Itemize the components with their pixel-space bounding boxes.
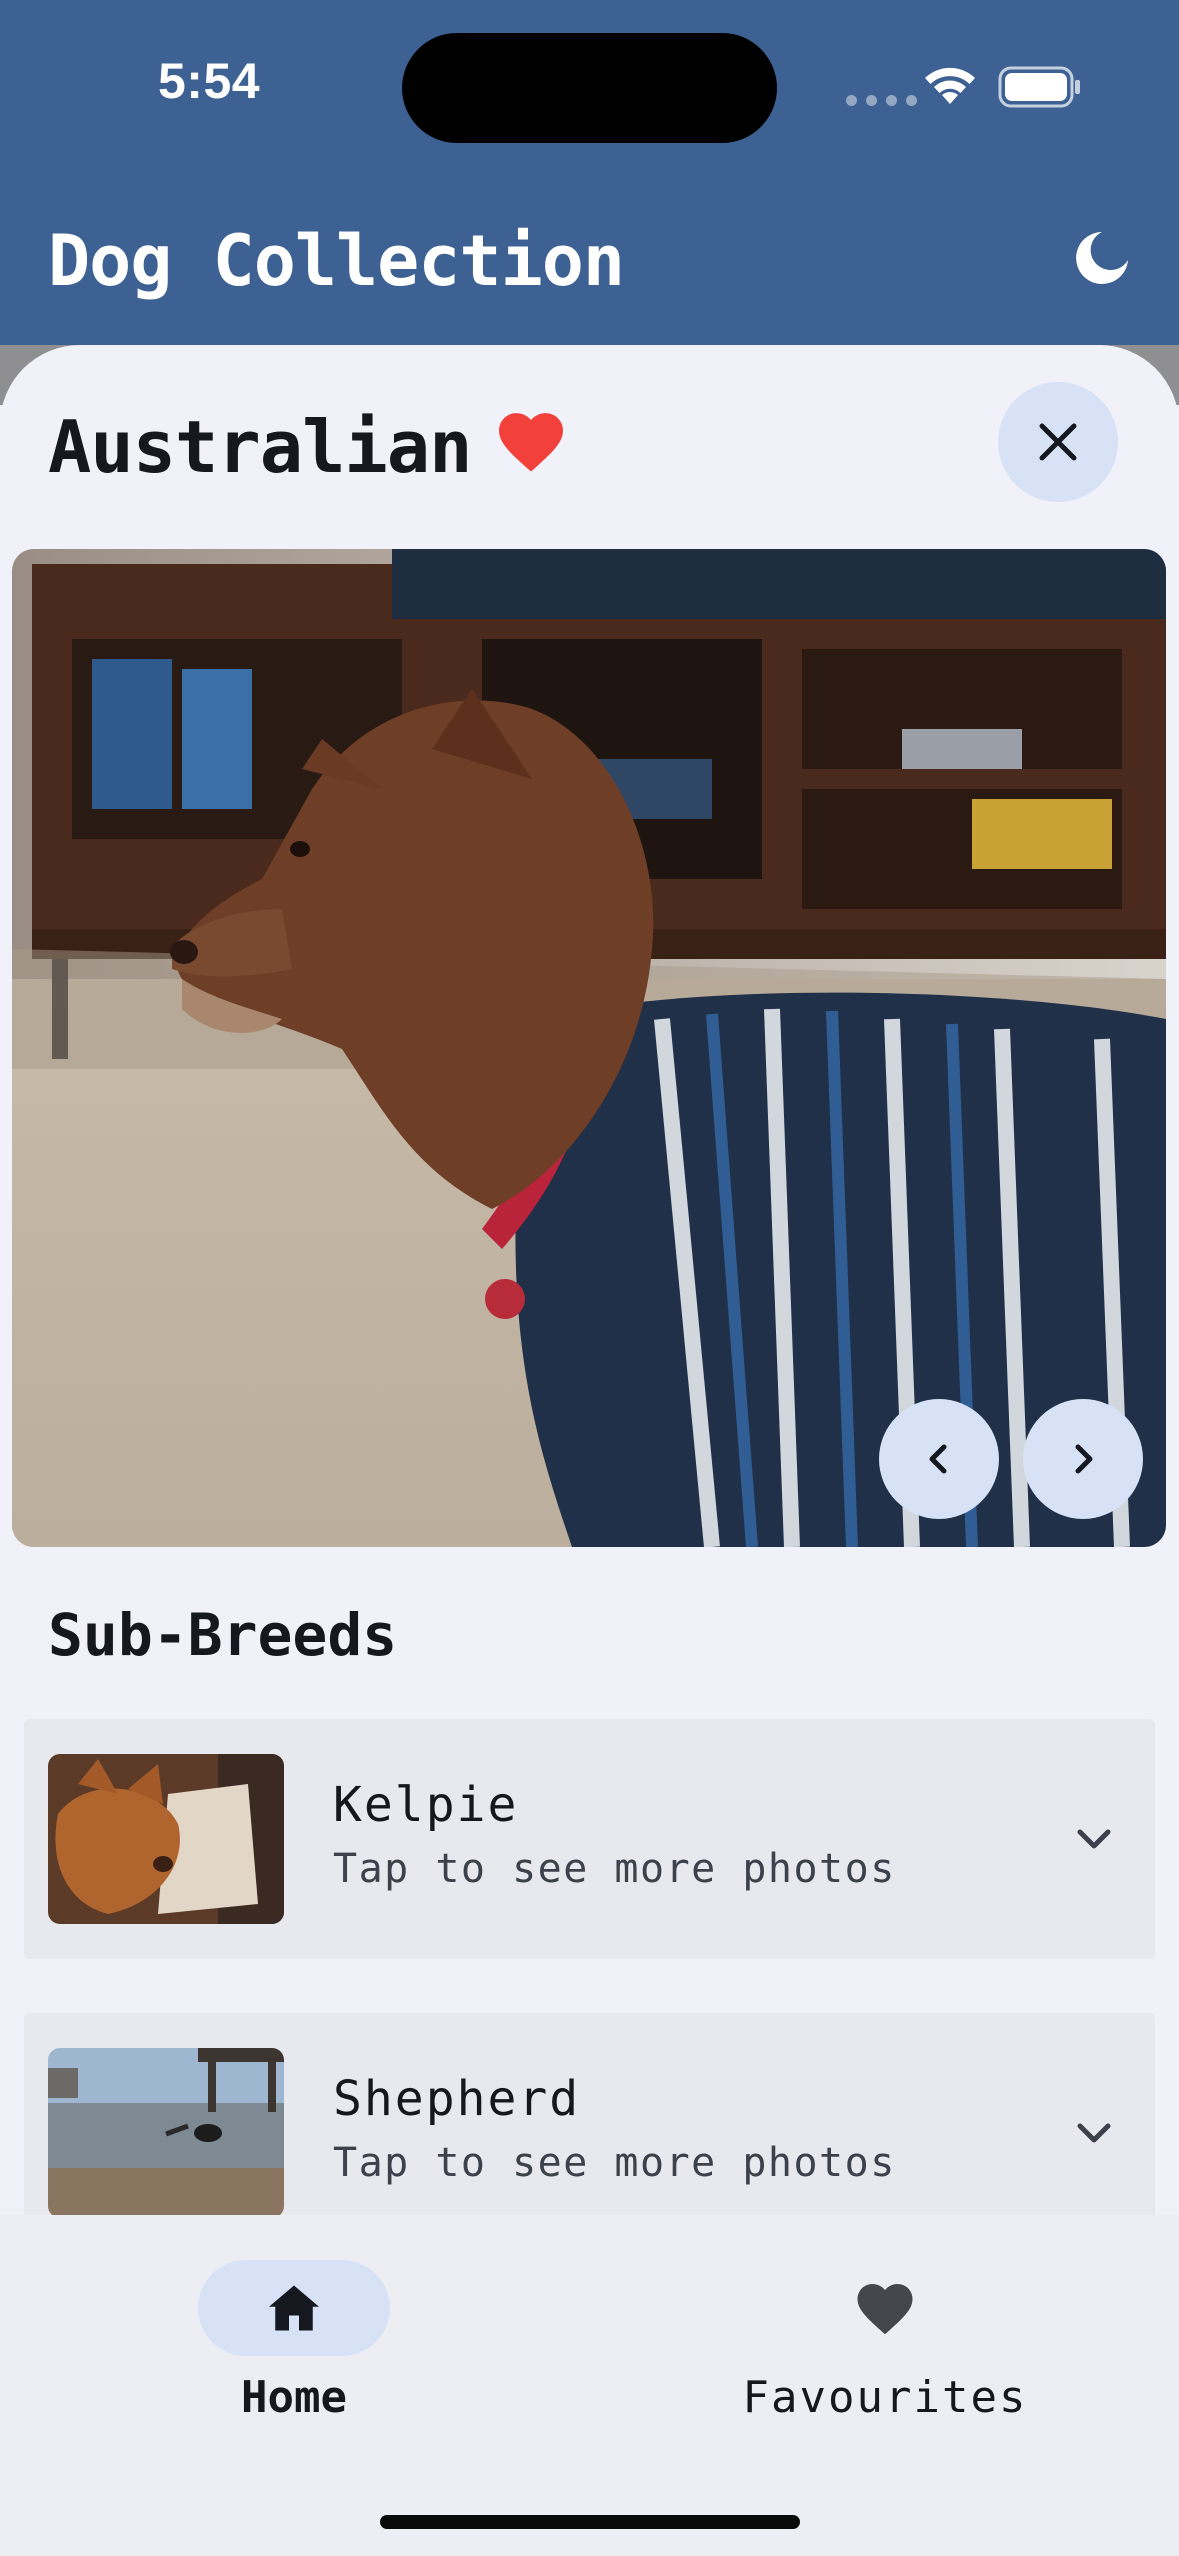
sub-breed-name: Kelpie [333,1777,519,1833]
chevron-down-icon [1077,2123,1111,2143]
close-icon [1039,423,1077,461]
sub-breed-name: Shepherd [333,2071,581,2127]
section-title-sub-breeds: Sub-Breeds [48,1601,398,1669]
sub-breed-item[interactable]: Shepherd Tap to see more photos [24,2013,1155,2215]
dynamic-island [402,33,777,143]
top-app-bar: 5:54 Dog Collection [0,0,1179,345]
sub-breed-thumbnail [48,2048,284,2215]
sub-breed-item[interactable]: Kelpie Tap to see more photos [24,1719,1155,1959]
heart-icon[interactable] [496,409,566,473]
wifi-icon [925,67,975,104]
breed-detail-sheet: Australian Sub-Breeds Kelpie Tap to see … [0,345,1179,2215]
status-time: 5:54 [158,53,261,109]
chevron-left-icon [929,1444,947,1474]
battery-icon [998,66,1080,108]
home-icon [269,2285,319,2331]
bottom-navigation: Home Favourites [0,2215,1179,2556]
nav-label-favourites: Favourites [742,2372,1028,2423]
next-photo-button[interactable] [1023,1399,1143,1519]
chevron-down-icon [1077,1829,1111,1849]
chevron-right-icon [1075,1444,1093,1474]
close-button[interactable] [998,382,1118,502]
shepherd-photo-image [48,2048,284,2215]
breed-title: Australian [48,405,472,489]
nav-item-home[interactable]: Home [144,2260,444,2423]
kelpie-photo-image [48,1754,284,1924]
heart-icon [857,2284,913,2335]
sub-breed-thumbnail [48,1754,284,1924]
nav-label-home: Home [241,2372,347,2423]
breed-photo[interactable] [12,549,1166,1547]
previous-photo-button[interactable] [879,1399,999,1519]
nav-item-favourites[interactable]: Favourites [735,2260,1035,2423]
moon-icon[interactable] [1072,228,1132,288]
home-indicator [380,2515,800,2529]
cellular-signal-icon [846,95,917,106]
app-title: Dog Collection [48,220,625,302]
sub-breed-hint: Tap to see more photos [333,2140,896,2186]
sub-breed-hint: Tap to see more photos [333,1846,896,1892]
dog-photo-image [12,549,1166,1547]
